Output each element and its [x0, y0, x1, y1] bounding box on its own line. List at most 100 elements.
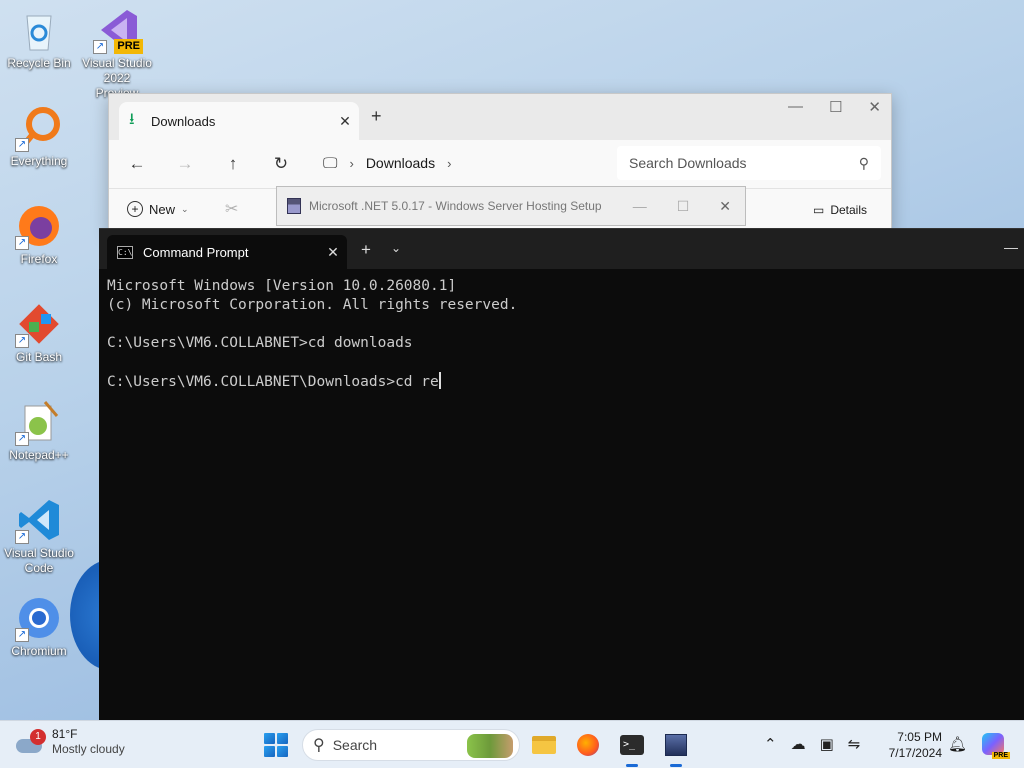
close-tab-icon[interactable]: ✕	[319, 244, 347, 261]
explorer-search-input[interactable]: Search Downloads ⚲	[617, 146, 881, 180]
system-tray: ⌃ ☁ ▣ ⇋	[764, 735, 860, 753]
explorer-tab-downloads[interactable]: ⭳ Downloads ✕	[119, 102, 359, 140]
terminal-console[interactable]: Microsoft Windows [Version 10.0.26080.1]…	[99, 269, 1024, 400]
details-label: Details	[830, 203, 867, 217]
console-input-line: C:\Users\VM6.COLLABNET\Downloads>cd re	[107, 372, 1016, 392]
details-button[interactable]: ▭ Details	[813, 203, 867, 217]
desktop-icon-everything[interactable]: ↗ Everything	[3, 104, 75, 169]
breadcrumb-downloads[interactable]: Downloads	[366, 155, 435, 171]
chromium-icon: ↗	[15, 594, 63, 642]
new-button[interactable]: + New ⌄	[127, 201, 189, 217]
minimize-button[interactable]: —	[1004, 239, 1018, 255]
cloud-icon: 1	[16, 729, 46, 753]
taskbar-setup[interactable]	[660, 729, 692, 767]
weather-temperature: 81°F	[52, 727, 78, 741]
terminal-icon: >_	[620, 735, 644, 755]
chevron-up-icon[interactable]: ⌃	[764, 735, 777, 753]
address-bar[interactable]: 🖵 › Downloads ›	[309, 146, 609, 180]
taskbar-terminal[interactable]: >_	[616, 729, 648, 767]
desktop-icon-label: Visual Studio Code	[4, 546, 74, 575]
desktop-icon-label: Recycle Bin	[7, 56, 71, 70]
desktop-icon-chromium[interactable]: ↗ Chromium	[3, 594, 75, 659]
chevron-right-icon: ›	[349, 155, 354, 171]
back-arrow-icon[interactable]: ←	[113, 154, 161, 174]
onedrive-cloud-icon[interactable]: ☁	[791, 735, 806, 753]
close-button[interactable]: ✕	[868, 98, 881, 116]
taskbar-search[interactable]: ⚲ Search	[302, 729, 520, 761]
shortcut-arrow-icon: ↗	[15, 334, 29, 348]
dotnet-window-title: Microsoft .NET 5.0.17 - Windows Server H…	[309, 199, 602, 213]
up-arrow-icon[interactable]: ↑	[209, 154, 257, 174]
desktop-icon-git-bash[interactable]: ↗ Git Bash	[3, 300, 75, 365]
console-current-input: C:\Users\VM6.COLLABNET\Downloads>cd re	[107, 374, 439, 390]
new-tab-button[interactable]: +	[371, 106, 382, 127]
chevron-right-icon[interactable]: ›	[447, 156, 451, 171]
weather-description: Mostly cloudy	[52, 742, 125, 756]
cut-scissors-icon[interactable]: ✂	[225, 199, 238, 219]
notification-bell-icon[interactable]: 🔔︎	[948, 735, 967, 753]
folder-icon	[532, 736, 556, 754]
chevron-down-icon[interactable]: ⌄	[391, 241, 401, 255]
monitor-icon: 🖵	[323, 154, 338, 172]
firefox-icon	[577, 734, 599, 756]
search-icon: ⚲	[313, 737, 325, 754]
desktop-icon-firefox[interactable]: ↗ Firefox	[3, 202, 75, 267]
dotnet-window-controls: — ☐ ✕	[633, 198, 731, 215]
dotnet-setup-window[interactable]: Microsoft .NET 5.0.17 - Windows Server H…	[276, 186, 746, 226]
setup-icon	[287, 198, 301, 214]
shortcut-arrow-icon: ↗	[15, 432, 29, 446]
close-button[interactable]: ✕	[719, 198, 731, 215]
display-icon[interactable]: ▣	[820, 735, 834, 753]
maximize-button[interactable]: ☐	[677, 198, 690, 215]
search-placeholder: Search Downloads	[629, 155, 747, 171]
taskbar-search-label: Search	[332, 737, 378, 753]
new-label: New	[149, 201, 176, 217]
search-icon: ⚲	[858, 154, 869, 171]
plus-circle-icon: +	[127, 201, 143, 217]
vscode-icon: ↗	[15, 496, 63, 544]
minimize-button[interactable]: —	[633, 198, 647, 215]
desktop-icon-label: Firefox	[20, 252, 58, 266]
details-pane-icon: ▭	[812, 203, 825, 217]
maximize-button[interactable]: ☐	[829, 98, 842, 116]
desktop-icon-label: Notepad++	[9, 448, 69, 462]
desktop-icon-recycle-bin[interactable]: Recycle Bin	[3, 6, 75, 71]
desktop-icon-label: Everything	[10, 154, 68, 168]
desktop-icon-label: Git Bash	[15, 350, 63, 364]
recycle-bin-icon	[15, 6, 63, 54]
clock-date: 7/17/2024	[888, 746, 942, 760]
notepad-plus-plus-icon: ↗	[15, 398, 63, 446]
desktop-icon-notepad-plus-plus[interactable]: ↗ Notepad++	[3, 398, 75, 463]
copilot-icon[interactable]: PRE	[982, 733, 1010, 759]
git-bash-icon: ↗	[15, 300, 63, 348]
network-icon[interactable]: ⇋	[848, 735, 861, 753]
shortcut-arrow-icon: ↗	[15, 236, 29, 250]
desktop-icon-vscode[interactable]: ↗ Visual Studio Code	[3, 496, 75, 576]
desktop-icon-label: Chromium	[11, 644, 67, 658]
refresh-icon[interactable]: ↻	[257, 154, 305, 174]
taskbar-firefox[interactable]	[572, 729, 604, 761]
console-line: (c) Microsoft Corporation. All rights re…	[107, 297, 518, 313]
everything-search-icon: ↗	[15, 104, 63, 152]
close-tab-icon[interactable]: ✕	[331, 113, 359, 130]
shortcut-arrow-icon: ↗	[15, 138, 29, 152]
start-button[interactable]	[264, 733, 288, 757]
shortcut-arrow-icon: ↗	[15, 530, 29, 544]
taskbar-file-explorer[interactable]	[528, 729, 560, 761]
shortcut-arrow-icon: ↗	[15, 628, 29, 642]
search-highlight-image	[467, 734, 513, 758]
terminal-tabbar[interactable]: C:\ Command Prompt ✕ + ⌄ —	[99, 229, 1024, 269]
weather-widget[interactable]: 1 81°F Mostly cloudy	[16, 727, 125, 757]
forward-arrow-icon[interactable]: →	[161, 154, 209, 174]
console-line: C:\Users\VM6.COLLABNET>cd downloads	[107, 335, 413, 351]
console-line: Microsoft Windows [Version 10.0.26080.1]	[107, 278, 457, 294]
taskbar: 1 81°F Mostly cloudy ⚲ Search >_ ⌃ ☁ ▣ ⇋…	[0, 720, 1024, 768]
new-tab-button[interactable]: +	[361, 240, 371, 260]
desktop-icon-visual-studio-preview[interactable]: PRE ↗ Visual Studio 2022 Preview	[81, 6, 153, 101]
minimize-button[interactable]: —	[788, 98, 803, 116]
explorer-titlebar[interactable]: ⭳ Downloads ✕ + — ☐ ✕	[109, 94, 891, 140]
taskbar-clock[interactable]: 7:05 PM 7/17/2024	[880, 729, 942, 761]
terminal-tab-command-prompt[interactable]: C:\ Command Prompt ✕	[107, 235, 347, 269]
